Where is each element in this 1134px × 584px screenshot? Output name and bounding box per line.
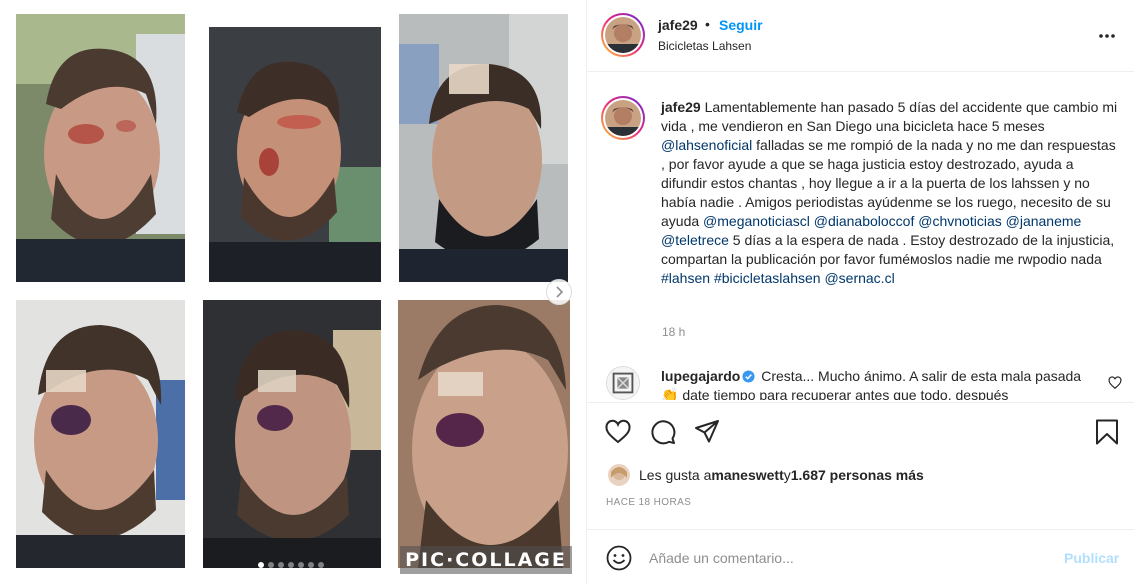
carousel-next-button[interactable] bbox=[546, 279, 572, 305]
verified-badge-icon bbox=[742, 370, 755, 383]
collage-photo-3 bbox=[399, 14, 568, 282]
paper-plane-icon bbox=[695, 420, 719, 443]
comment-heart-icon[interactable] bbox=[1108, 376, 1122, 390]
collage-photo-6 bbox=[398, 300, 570, 568]
collage-photo-1 bbox=[16, 14, 185, 282]
caption-text: 5 días a la espera de nada . Estoy destr… bbox=[661, 232, 1115, 267]
liker-username[interactable]: maneswett bbox=[711, 467, 783, 483]
bookmark-icon bbox=[1096, 419, 1118, 445]
liker-avatar bbox=[608, 464, 630, 486]
comment-bubble-icon bbox=[651, 420, 676, 445]
comment-username[interactable]: lupegajardo bbox=[661, 368, 740, 384]
pic-collage-watermark: PIC·COLLAGE bbox=[400, 546, 572, 574]
mention-link[interactable]: @jananeme bbox=[1006, 213, 1082, 229]
comment-button[interactable] bbox=[649, 418, 677, 446]
likes-middle: y bbox=[783, 467, 791, 483]
carousel-dots bbox=[258, 562, 324, 568]
comment-input[interactable] bbox=[649, 544, 1029, 572]
carousel-dot bbox=[278, 562, 284, 568]
mention-link[interactable]: @meganoticiascl bbox=[703, 213, 810, 229]
post-actions bbox=[587, 402, 1134, 462]
author-username[interactable]: jafe29 bbox=[658, 17, 698, 33]
add-comment-bar: Publicar bbox=[587, 529, 1134, 584]
emoji-icon[interactable] bbox=[606, 545, 632, 571]
post-media[interactable]: PIC·COLLAGE bbox=[0, 0, 586, 584]
likes-count[interactable]: 1.687 personas más bbox=[791, 467, 924, 483]
caption-username[interactable]: jafe29 bbox=[661, 99, 701, 115]
mention-link[interactable]: @dianaboloccof bbox=[814, 213, 915, 229]
collage-photo-2 bbox=[209, 27, 381, 282]
carousel-dot bbox=[298, 562, 304, 568]
comment: lupegajardo Cresta... Mucho ánimo. A sal… bbox=[661, 367, 1091, 400]
collage-photo-5 bbox=[203, 300, 381, 568]
carousel-dot bbox=[258, 562, 264, 568]
mention-link[interactable]: @sernac.cl bbox=[824, 270, 894, 286]
hashtag-link[interactable]: #bicicletaslahsen bbox=[714, 270, 821, 286]
carousel-dot bbox=[308, 562, 314, 568]
likes-prefix: Les gusta a bbox=[639, 467, 712, 483]
carousel-dot bbox=[288, 562, 294, 568]
follow-button[interactable]: Seguir bbox=[719, 17, 763, 33]
mention-link[interactable]: @chvnoticias bbox=[918, 213, 1001, 229]
post-header: jafe29 • Seguir Bicicletas Lahsen bbox=[587, 0, 1134, 72]
mention-link[interactable]: @teletrece bbox=[661, 232, 729, 248]
photo-collage bbox=[0, 0, 586, 584]
likes-summary[interactable]: Les gusta a maneswett y 1.687 personas m… bbox=[608, 464, 924, 486]
caption-text: Lamentablemente han pasado 5 días del ac… bbox=[661, 99, 1118, 134]
post-timestamp[interactable]: HACE 18 HORAS bbox=[606, 497, 691, 508]
author-avatar[interactable] bbox=[601, 13, 645, 57]
caption-timestamp[interactable]: 18 h bbox=[662, 325, 685, 339]
post-panel: jafe29 • Seguir Bicicletas Lahsen jafe29… bbox=[586, 0, 1134, 584]
more-horizontal-icon[interactable] bbox=[1097, 26, 1117, 46]
caption-author-avatar[interactable] bbox=[601, 96, 645, 140]
carousel-dot bbox=[318, 562, 324, 568]
heart-icon bbox=[605, 419, 631, 444]
mention-link[interactable]: @lahsenoficial bbox=[661, 137, 752, 153]
commenter-avatar[interactable] bbox=[606, 366, 640, 400]
publish-button[interactable]: Publicar bbox=[1064, 550, 1119, 566]
post-caption: jafe29 Lamentablemente han pasado 5 días… bbox=[661, 98, 1121, 288]
collage-photo-4 bbox=[16, 300, 185, 568]
carousel-dot bbox=[268, 562, 274, 568]
save-button[interactable] bbox=[1093, 418, 1121, 446]
share-button[interactable] bbox=[693, 418, 721, 446]
post-location[interactable]: Bicicletas Lahsen bbox=[658, 39, 751, 53]
hashtag-link[interactable]: #lahsen bbox=[661, 270, 710, 286]
header-separator: • bbox=[705, 16, 710, 32]
chevron-right-icon bbox=[556, 286, 564, 298]
like-button[interactable] bbox=[604, 418, 632, 446]
